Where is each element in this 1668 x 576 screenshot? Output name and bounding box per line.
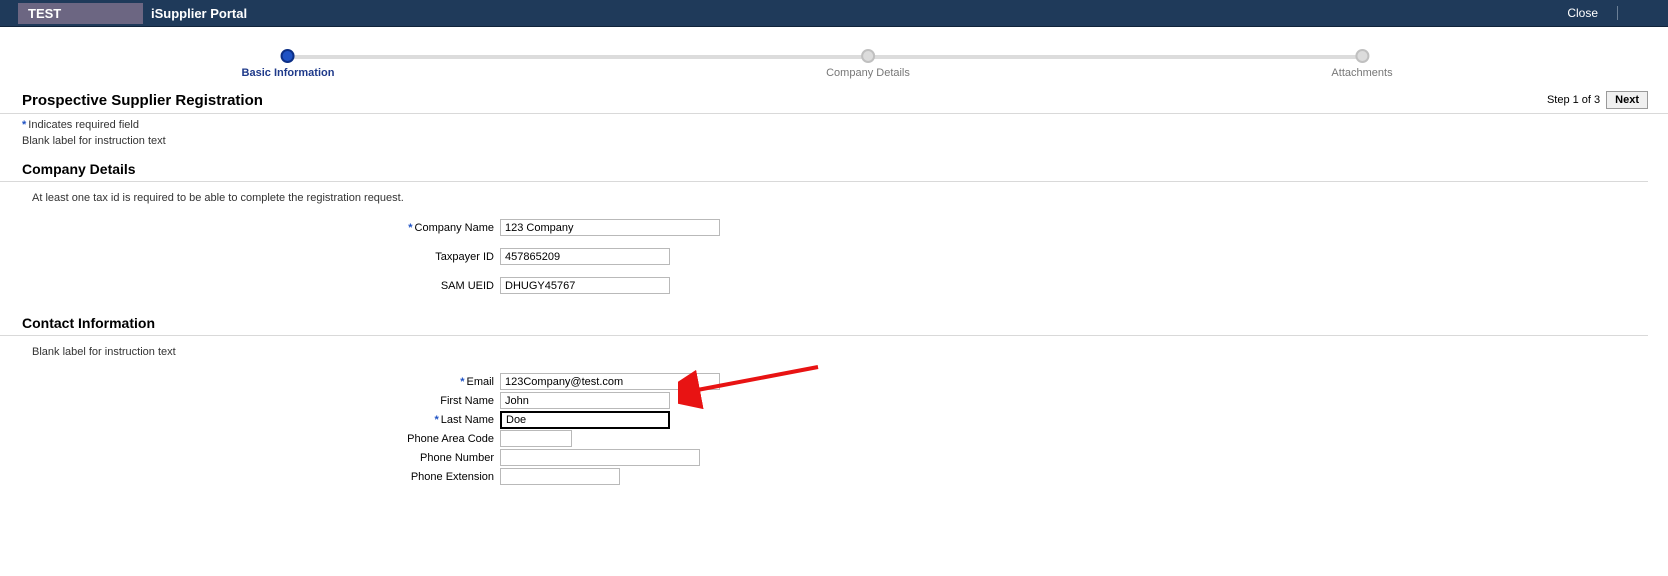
required-asterisk-icon: * <box>435 414 439 426</box>
taxpayer-id-input[interactable] <box>500 248 670 265</box>
progress-train: Basic Information Company Details Attach… <box>0 49 1668 85</box>
company-name-row: *Company Name <box>0 218 1668 237</box>
first-name-row: First Name <box>0 391 1668 410</box>
email-label: *Email <box>0 376 500 388</box>
sam-ueid-row: SAM UEID <box>0 276 1668 295</box>
company-details-header: Company Details <box>0 155 1648 182</box>
required-asterisk-icon: * <box>460 376 464 388</box>
page-content: Basic Information Company Details Attach… <box>0 49 1668 506</box>
environment-badge: TEST <box>18 3 143 24</box>
topbar-divider <box>1617 6 1618 20</box>
required-note-text: Indicates required field <box>28 119 139 131</box>
phone-number-label: Phone Number <box>0 452 500 464</box>
contact-instruction-text: Blank label for instruction text <box>0 336 1668 372</box>
train-node-icon <box>1355 49 1369 63</box>
phone-area-code-row: Phone Area Code <box>0 429 1668 448</box>
required-asterisk-icon: * <box>408 222 412 234</box>
train-node-icon <box>281 49 295 63</box>
phone-area-code-input[interactable] <box>500 430 572 447</box>
required-asterisk-icon: * <box>22 119 26 131</box>
train-node-icon <box>861 49 875 63</box>
first-name-label: First Name <box>0 395 500 407</box>
last-name-label: *Last Name <box>0 414 500 426</box>
train-stop-label: Attachments <box>1331 67 1392 79</box>
required-field-note: *Indicates required field <box>0 114 1668 133</box>
contact-information-header: Contact Information <box>0 309 1648 336</box>
company-name-input[interactable] <box>500 219 720 236</box>
next-button[interactable]: Next <box>1606 91 1648 109</box>
company-details-note: At least one tax id is required to be ab… <box>0 182 1668 218</box>
sam-ueid-input[interactable] <box>500 277 670 294</box>
instruction-text: Blank label for instruction text <box>0 133 1668 155</box>
phone-number-input[interactable] <box>500 449 700 466</box>
portal-title: iSupplier Portal <box>151 6 247 21</box>
page-title: Prospective Supplier Registration <box>22 92 1547 109</box>
taxpayer-id-row: Taxpayer ID <box>0 247 1668 266</box>
sam-ueid-label: SAM UEID <box>0 280 500 292</box>
phone-extension-label: Phone Extension <box>0 471 500 483</box>
last-name-row: *Last Name <box>0 410 1668 429</box>
close-link[interactable]: Close <box>1567 6 1598 20</box>
train-stop-label: Basic Information <box>242 67 335 79</box>
phone-area-code-label: Phone Area Code <box>0 433 500 445</box>
taxpayer-id-label: Taxpayer ID <box>0 251 500 263</box>
train-stop-label: Company Details <box>826 67 910 79</box>
top-bar: TEST iSupplier Portal Close <box>0 0 1668 27</box>
phone-extension-row: Phone Extension <box>0 467 1668 486</box>
train-stop-company-details[interactable]: Company Details <box>826 49 910 79</box>
company-name-label: *Company Name <box>0 222 500 234</box>
last-name-input[interactable] <box>500 411 670 429</box>
step-indicator: Step 1 of 3 <box>1547 94 1600 106</box>
train-stop-basic-information[interactable]: Basic Information <box>242 49 335 79</box>
page-header-row: Prospective Supplier Registration Step 1… <box>0 91 1668 114</box>
phone-extension-input[interactable] <box>500 468 620 485</box>
phone-number-row: Phone Number <box>0 448 1668 467</box>
email-input[interactable] <box>500 373 720 390</box>
email-row: *Email <box>0 372 1668 391</box>
first-name-input[interactable] <box>500 392 670 409</box>
train-stop-attachments[interactable]: Attachments <box>1331 49 1392 79</box>
